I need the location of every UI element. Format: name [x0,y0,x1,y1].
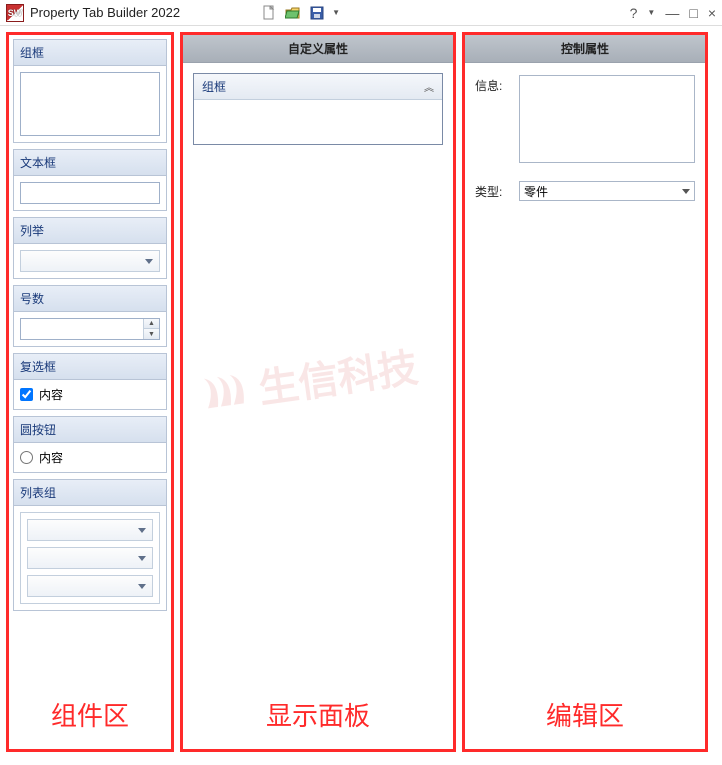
window-controls: ? ▼ — □ × [630,5,716,21]
info-textarea[interactable] [519,75,695,163]
groupbox-header: 组框 [14,40,166,66]
help-dropdown-icon[interactable]: ▼ [647,8,655,17]
textbox-preview [20,182,160,204]
app-icon: SW [6,4,24,22]
radio-label: 内容 [39,449,63,466]
type-select[interactable]: 零件 [519,181,695,201]
listgroup-header: 列表组 [14,480,166,506]
group-widget-title: 组框 [202,78,226,95]
components-panel: 组框 文本框 列举 号数 ▲▼ 复选框 内容 [6,32,174,752]
spinner-down-icon: ▼ [144,329,159,339]
right-panel-header: 控制属性 [465,35,705,63]
edit-panel: 控制属性 信息: 类型: 零件 编辑区 [462,32,708,752]
restore-button[interactable]: □ [689,5,697,21]
number-section[interactable]: 号数 ▲▼ [13,285,167,347]
listgroup-combo-1 [27,519,153,541]
main-area: 组框 文本框 列举 号数 ▲▼ 复选框 内容 [0,26,722,758]
display-panel: 自定义属性 组框 ︽ 显示面板 [180,32,456,752]
checkbox-preview: 内容 [20,386,160,403]
save-file-icon[interactable] [308,4,326,22]
listgroup-preview [20,512,160,604]
help-icon[interactable]: ? [630,5,638,21]
mid-panel-header: 自定义属性 [183,35,453,63]
radio-section[interactable]: 圆按钮 内容 [13,416,167,473]
toolbar-dropdown-icon[interactable]: ▼ [332,8,340,17]
checkbox-header: 复选框 [14,354,166,380]
group-widget[interactable]: 组框 ︽ [193,73,443,145]
radio-input [20,451,33,464]
type-label: 类型: [475,181,519,201]
textbox-header: 文本框 [14,150,166,176]
checkbox-section[interactable]: 复选框 内容 [13,353,167,410]
groupbox-section[interactable]: 组框 [13,39,167,143]
open-file-icon[interactable] [284,4,302,22]
number-preview: ▲▼ [20,318,160,340]
listgroup-combo-2 [27,547,153,569]
toolbar: ▼ [260,4,340,22]
listgroup-section[interactable]: 列表组 [13,479,167,611]
radio-preview: 内容 [20,449,160,466]
group-widget-body[interactable] [194,100,442,144]
zone-label-left: 组件区 [9,696,171,733]
textbox-section[interactable]: 文本框 [13,149,167,211]
app-title: Property Tab Builder 2022 [30,5,180,20]
titlebar: SW Property Tab Builder 2022 ▼ ? ▼ — □ × [0,0,722,26]
checkbox-label: 内容 [39,386,63,403]
new-file-icon[interactable] [260,4,278,22]
listgroup-combo-3 [27,575,153,597]
type-select-value: 零件 [524,183,548,200]
list-preview [20,250,160,272]
list-header: 列举 [14,218,166,244]
collapse-icon[interactable]: ︽ [424,79,434,94]
zone-label-right: 编辑区 [465,696,705,733]
close-button[interactable]: × [708,5,716,21]
info-label: 信息: [475,75,519,163]
list-section[interactable]: 列举 [13,217,167,279]
radio-header: 圆按钮 [14,417,166,443]
minimize-button[interactable]: — [665,5,679,21]
zone-label-mid: 显示面板 [183,696,453,733]
spinner-up-icon: ▲ [144,319,159,329]
number-header: 号数 [14,286,166,312]
groupbox-preview [20,72,160,136]
checkbox-input [20,388,33,401]
